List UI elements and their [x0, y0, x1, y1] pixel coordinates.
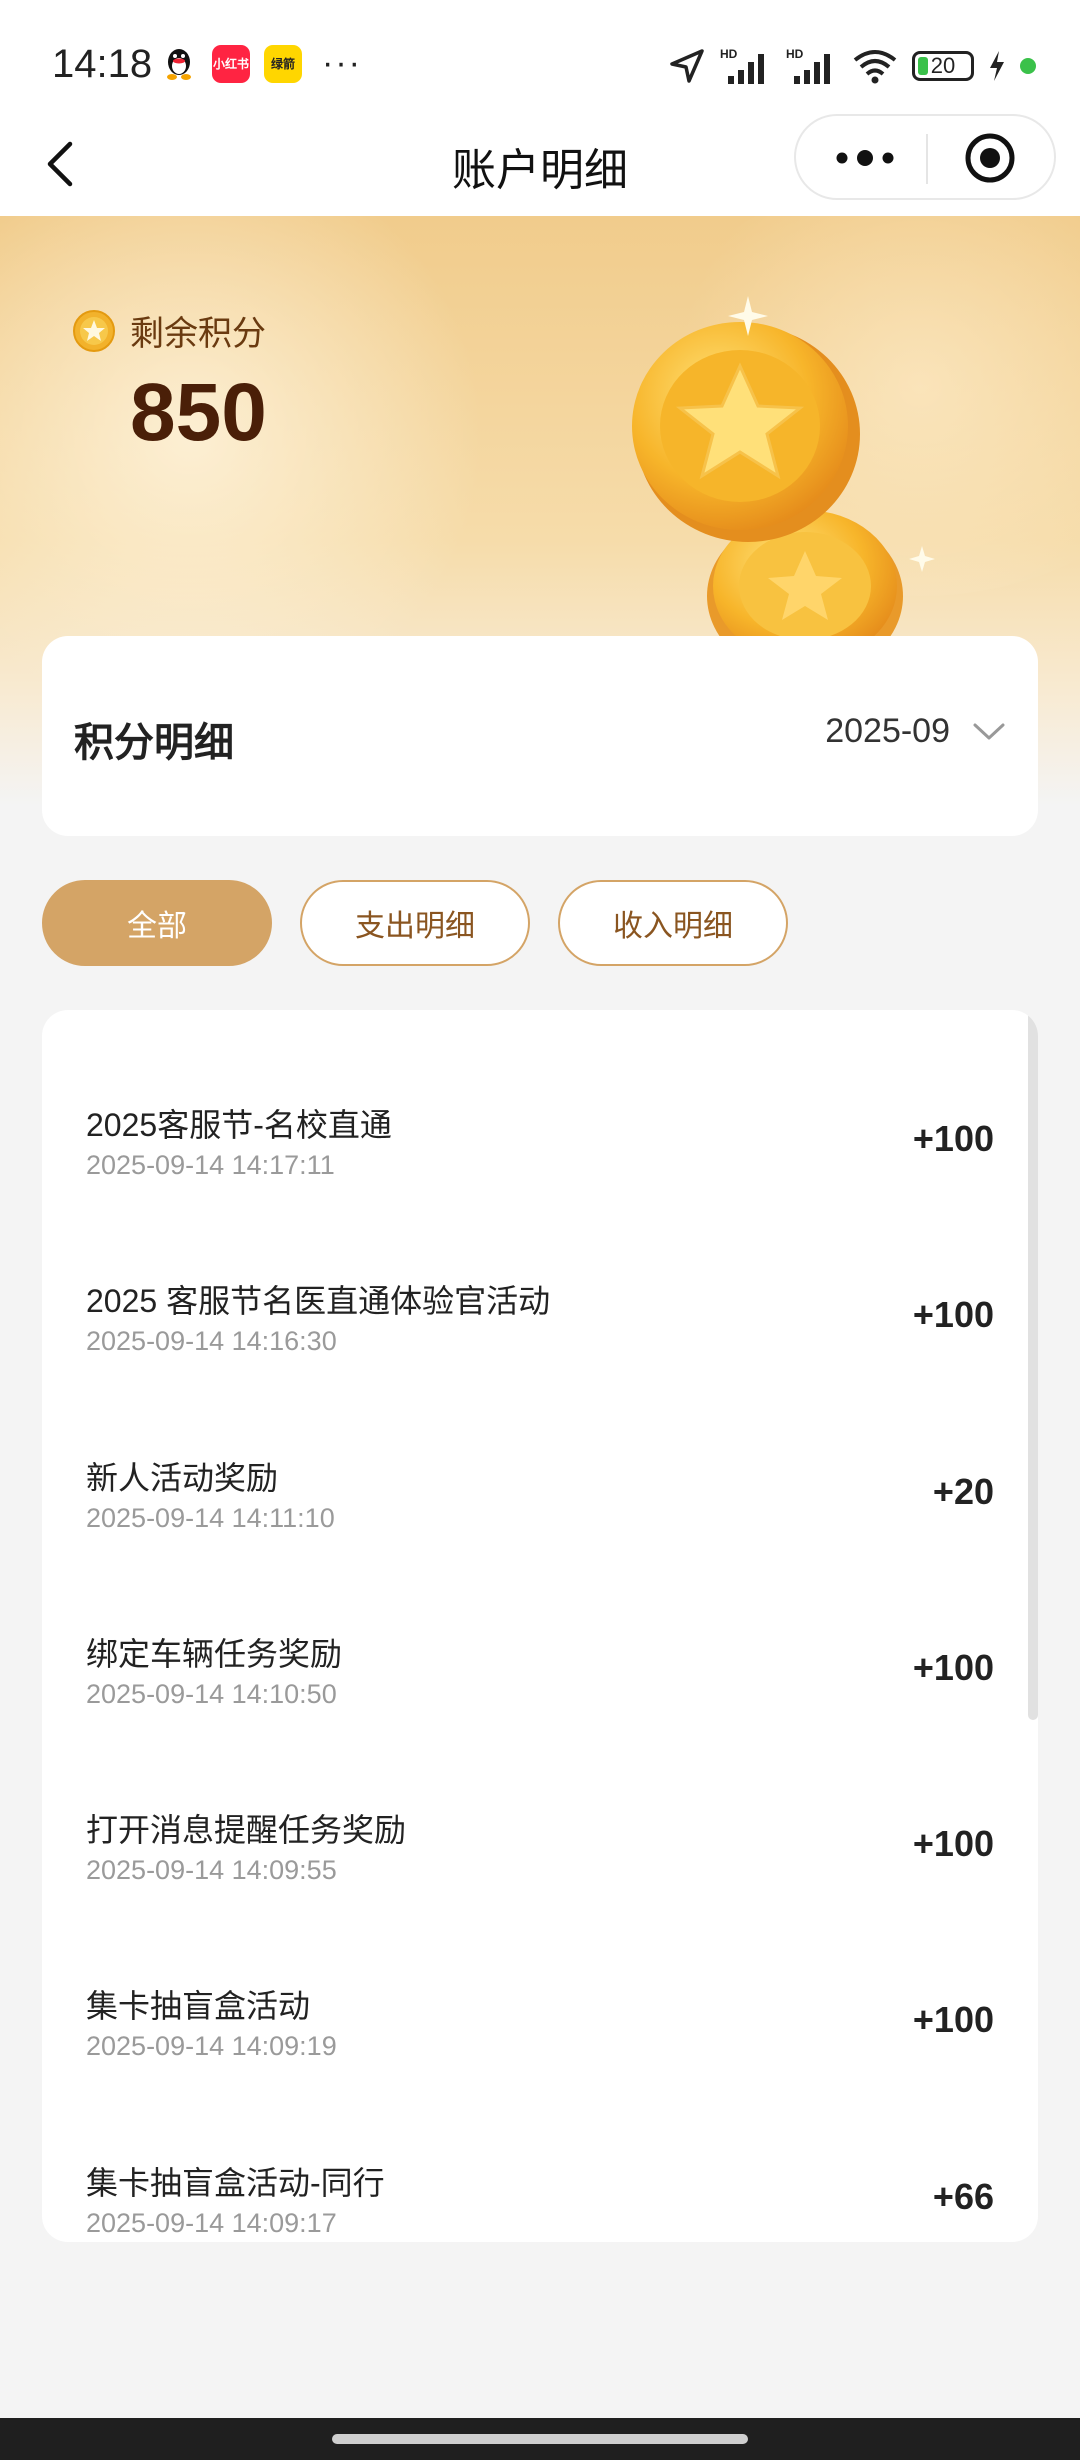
points-label-row: 剩余积分: [72, 306, 266, 355]
record-time: 2025-09-14 14:11:10: [86, 1503, 335, 1533]
xiaohongshu-icon: 小红书: [212, 44, 250, 83]
tab-all[interactable]: 全部: [42, 880, 272, 966]
month-select-value[interactable]: 2025-09: [825, 712, 950, 751]
list-scrollbar[interactable]: [1028, 1010, 1038, 1720]
filter-tabs: 全部 支出明细 收入明细: [42, 880, 788, 966]
points-record-list[interactable]: 2025客服节-名校直通 2025-09-14 14:17:11 +100 20…: [42, 1010, 1038, 2242]
record-amount: +20: [932, 1471, 994, 1512]
signal-2-icon: HD: [786, 47, 830, 84]
record-title: 打开消息提醒任务奖励: [86, 1812, 407, 1848]
location-arrow-icon: [670, 49, 704, 83]
nav-bar: 账户明细: [0, 112, 1080, 216]
record-title: 2025客服节-名校直通: [86, 1107, 392, 1143]
signal-1-icon: HD: [720, 47, 764, 84]
points-label: 剩余积分: [130, 315, 266, 353]
list-item: 绑定车辆任务奖励 2025-09-14 14:10:50 +100: [86, 1629, 994, 1779]
tab-income[interactable]: 收入明细: [558, 880, 788, 966]
record-title: 2025 客服节名医直通体验官活动: [86, 1283, 551, 1319]
list-item: 集卡抽盲盒活动-同行 2025-09-14 14:09:17 +66: [86, 2158, 994, 2242]
record-amount: +100: [912, 1118, 994, 1159]
battery-level: 20: [930, 53, 956, 78]
wifi-icon: [853, 50, 897, 84]
record-title: 集卡抽盲盒活动-同行: [86, 2165, 385, 2201]
record-time: 2025-09-14 14:09:19: [86, 2031, 337, 2061]
charging-bolt-icon: [990, 51, 1004, 81]
status-time: 14:18: [52, 42, 153, 86]
record-amount: +66: [932, 2176, 994, 2217]
qq-icon: [160, 44, 198, 83]
privacy-indicator-dot: [1020, 58, 1036, 74]
points-detail-title: 积分明细: [74, 721, 234, 765]
target-icon[interactable]: [962, 130, 1018, 186]
svg-text:HD: HD: [720, 47, 738, 61]
record-title: 新人活动奖励: [86, 1460, 279, 1496]
record-amount: +100: [912, 1294, 994, 1335]
chevron-down-icon[interactable]: [972, 721, 1006, 743]
star-coin-icon: [73, 309, 115, 352]
record-amount: +100: [912, 1823, 994, 1864]
status-right: HD HD 20: [668, 46, 1036, 86]
battery-indicator: 20: [912, 51, 974, 81]
record-title: 绑定车辆任务奖励: [86, 1636, 343, 1672]
points-value: 850: [130, 367, 267, 458]
yellow-app-icon: 绿箭: [264, 44, 302, 83]
record-time: 2025-09-14 14:09:17: [86, 2208, 337, 2238]
record-time: 2025-09-14 14:16:30: [86, 1326, 337, 1356]
record-time: 2025-09-14 14:10:50: [86, 1679, 337, 1709]
svg-text:HD: HD: [786, 47, 804, 61]
record-time: 2025-09-14 14:09:55: [86, 1855, 337, 1885]
record-amount: +100: [912, 1647, 994, 1688]
list-item: 2025客服节-名校直通 2025-09-14 14:17:11 +100: [86, 1100, 994, 1250]
list-item: 新人活动奖励 2025-09-14 14:11:10 +20: [86, 1453, 994, 1603]
points-detail-card: 积分明细 2025-09: [42, 636, 1038, 836]
list-item: 集卡抽盲盒活动 2025-09-14 14:09:19 +100: [86, 1981, 994, 2131]
month-select[interactable]: 2025-09: [825, 712, 1006, 751]
gesture-bar: [0, 2418, 1080, 2460]
status-bar: 14:18 小红书 绿箭 ··· HD HD 20: [0, 0, 1080, 112]
miniprogram-capsule: [794, 114, 1056, 200]
status-more-icon: ···: [322, 44, 362, 82]
record-time: 2025-09-14 14:17:11: [86, 1150, 335, 1180]
list-item: 2025 客服节名医直通体验官活动 2025-09-14 14:16:30 +1…: [86, 1276, 994, 1426]
home-indicator[interactable]: [332, 2434, 748, 2444]
coins-illustration: [632, 296, 935, 646]
tab-expense[interactable]: 支出明细: [300, 880, 530, 966]
record-title: 集卡抽盲盒活动: [86, 1988, 311, 2024]
record-amount: +100: [912, 1999, 994, 2040]
more-dots-icon[interactable]: [830, 142, 900, 174]
list-item: 打开消息提醒任务奖励 2025-09-14 14:09:55 +100: [86, 1805, 994, 1955]
status-app-icons: 小红书 绿箭 ···: [160, 44, 362, 83]
capsule-divider: [926, 134, 928, 184]
